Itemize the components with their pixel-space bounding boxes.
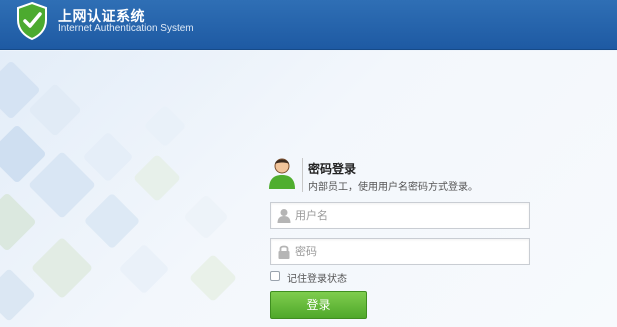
- login-button[interactable]: 登录: [270, 291, 367, 319]
- password-field[interactable]: [270, 238, 530, 265]
- decor-tile: [188, 253, 238, 303]
- lock-icon: [278, 245, 290, 259]
- username-field[interactable]: [270, 202, 530, 229]
- decor-tile: [0, 192, 37, 252]
- decor-tile: [0, 268, 36, 322]
- remember-checkbox[interactable]: [270, 271, 280, 281]
- decor-tile: [132, 153, 182, 203]
- decor-tile: [83, 192, 141, 250]
- decor-tile: [143, 104, 187, 148]
- login-divider: [302, 158, 303, 192]
- decor-tile: [118, 243, 170, 295]
- username-input[interactable]: [295, 203, 527, 228]
- remember-label: 记住登录状态: [287, 274, 347, 285]
- app-header: 上网认证系统 Internet Authentication System: [0, 0, 617, 50]
- shield-check-icon: [17, 1, 47, 41]
- user-avatar-icon: [269, 158, 295, 189]
- decor-tile: [183, 194, 229, 240]
- password-input[interactable]: [295, 239, 527, 264]
- decor-tile: [82, 131, 134, 183]
- decor-tile: [30, 236, 94, 300]
- user-icon: [277, 209, 291, 223]
- login-title: 密码登录: [308, 162, 357, 176]
- app-subtitle: Internet Authentication System: [58, 23, 194, 34]
- login-description: 内部员工，使用用户名密码方式登录。: [308, 182, 478, 193]
